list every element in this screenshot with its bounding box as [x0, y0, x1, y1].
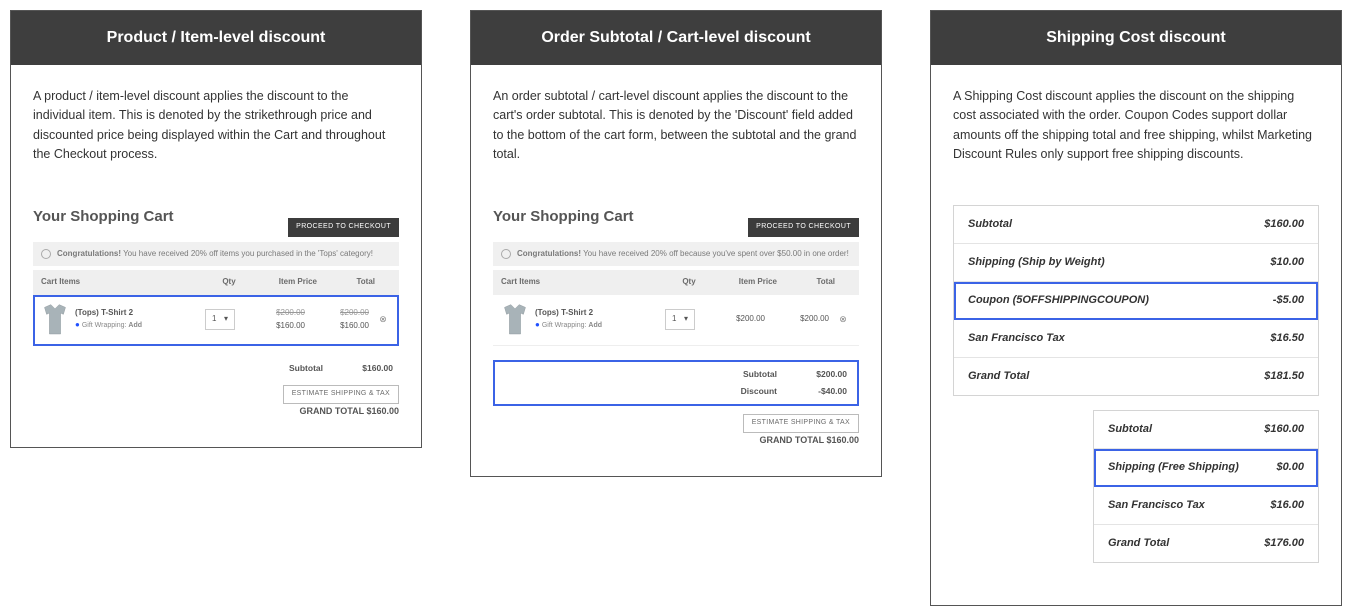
- discount-row: Discount -$40.00: [493, 383, 853, 400]
- card-header: Product / Item-level discount: [11, 11, 421, 65]
- summary-row-shipping-highlight: Shipping (Free Shipping)$0.00: [1094, 449, 1318, 487]
- tag-bullet-icon: ●: [75, 320, 80, 329]
- card-header: Shipping Cost discount: [931, 11, 1341, 65]
- item-total: $200.00 $160.00: [311, 307, 369, 332]
- col-items: Cart Items: [501, 276, 665, 288]
- tshirt-thumb-icon: [41, 303, 69, 337]
- card-description: A Shipping Cost discount applies the dis…: [953, 87, 1319, 165]
- card-description: An order subtotal / cart-level discount …: [493, 87, 859, 165]
- qty-stepper[interactable]: 1▾: [665, 309, 695, 329]
- col-total: Total: [317, 276, 375, 288]
- estimate-shipping-button[interactable]: ESTIMATE SHIPPING & TAX: [743, 414, 859, 433]
- congrats-text: You have received 20% off items you purc…: [121, 249, 373, 258]
- qty-stepper[interactable]: 1▾: [205, 309, 235, 329]
- tshirt-thumb-icon: [501, 303, 529, 337]
- col-qty: Qty: [665, 276, 713, 288]
- cart-row: (Tops) T-Shirt 2 ●Gift Wrapping: Add 1▾ …: [493, 295, 859, 346]
- product-subline: ●Gift Wrapping: Add: [75, 319, 199, 332]
- cart-screenshot: Your Shopping Cart PROCEED TO CHECKOUT C…: [33, 205, 399, 419]
- item-price: $200.00: [701, 313, 765, 325]
- chevron-down-icon: ▾: [684, 313, 688, 325]
- cart-columns-header: Cart Items Qty Item Price Total: [33, 270, 399, 294]
- product-name: (Tops) T-Shirt 2: [535, 307, 659, 319]
- discount-types-row: Product / Item-level discount A product …: [10, 10, 1342, 606]
- card-header: Order Subtotal / Cart-level discount: [471, 11, 881, 65]
- proceed-checkout-button[interactable]: PROCEED TO CHECKOUT: [748, 218, 859, 237]
- order-summary-coupon: Subtotal$160.00 Shipping (Ship by Weight…: [953, 205, 1319, 396]
- check-circle-icon: [501, 249, 511, 259]
- item-price: $200.00 $160.00: [241, 307, 305, 332]
- chevron-down-icon: ▾: [224, 313, 228, 325]
- card-product-discount: Product / Item-level discount A product …: [10, 10, 422, 448]
- congrats-banner: Congratulations! You have received 20% o…: [33, 242, 399, 266]
- subtotal-row: Subtotal $160.00: [33, 360, 399, 377]
- price-original: $200.00: [241, 307, 305, 319]
- col-total: Total: [777, 276, 835, 288]
- summary-row-coupon-highlight: Coupon (5OFFSHIPPINGCOUPON)-$5.00: [954, 282, 1318, 320]
- qty-value: 1: [672, 313, 676, 325]
- summary-row: Subtotal$160.00: [1094, 411, 1318, 449]
- col-items: Cart Items: [41, 276, 205, 288]
- card-shipping-discount: Shipping Cost discount A Shipping Cost d…: [930, 10, 1342, 606]
- card-order-discount: Order Subtotal / Cart-level discount An …: [470, 10, 882, 477]
- card-description: A product / item-level discount applies …: [33, 87, 399, 165]
- summary-row: Shipping (Ship by Weight)$10.00: [954, 244, 1318, 282]
- col-price: Item Price: [253, 276, 317, 288]
- price-discounted: $160.00: [276, 321, 305, 330]
- subtotal-row: Subtotal $200.00: [493, 366, 853, 383]
- subtotal-discount-highlight: Subtotal $200.00 Discount -$40.00: [493, 360, 859, 406]
- col-qty: Qty: [205, 276, 253, 288]
- cart-row-highlighted: (Tops) T-Shirt 2 ●Gift Wrapping: Add 1▾ …: [33, 295, 399, 346]
- summary-row: Grand Total$176.00: [1094, 525, 1318, 562]
- product-subline: ●Gift Wrapping: Add: [535, 319, 659, 332]
- summary-row: Grand Total$181.50: [954, 358, 1318, 395]
- grand-total: GRAND TOTAL $160.00: [33, 405, 399, 419]
- total-original: $200.00: [311, 307, 369, 319]
- gift-wrap-add-link[interactable]: Add: [588, 322, 602, 329]
- grand-total: GRAND TOTAL $160.00: [493, 434, 859, 448]
- check-circle-icon: [41, 249, 51, 259]
- cart-columns-header: Cart Items Qty Item Price Total: [493, 270, 859, 294]
- total-discounted: $160.00: [340, 321, 369, 330]
- order-summary-free-shipping: Subtotal$160.00 Shipping (Free Shipping)…: [1093, 410, 1319, 563]
- cart-screenshot: Your Shopping Cart PROCEED TO CHECKOUT C…: [493, 205, 859, 448]
- congrats-text: You have received 20% off because you've…: [581, 249, 849, 258]
- gift-wrap-add-link[interactable]: Add: [128, 322, 142, 329]
- tag-bullet-icon: ●: [535, 320, 540, 329]
- congrats-banner: Congratulations! You have received 20% o…: [493, 242, 859, 266]
- summary-row: San Francisco Tax$16.00: [1094, 487, 1318, 525]
- col-price: Item Price: [713, 276, 777, 288]
- congrats-prefix: Congratulations!: [57, 249, 121, 258]
- qty-value: 1: [212, 313, 216, 325]
- summary-row: San Francisco Tax$16.50: [954, 320, 1318, 358]
- proceed-checkout-button[interactable]: PROCEED TO CHECKOUT: [288, 218, 399, 237]
- congrats-prefix: Congratulations!: [517, 249, 581, 258]
- remove-item-icon[interactable]: ⊗: [375, 313, 391, 327]
- summary-row: Subtotal$160.00: [954, 206, 1318, 244]
- product-name: (Tops) T-Shirt 2: [75, 307, 199, 319]
- item-total: $200.00: [771, 313, 829, 325]
- remove-item-icon[interactable]: ⊗: [835, 313, 851, 327]
- estimate-shipping-button[interactable]: ESTIMATE SHIPPING & TAX: [283, 385, 399, 404]
